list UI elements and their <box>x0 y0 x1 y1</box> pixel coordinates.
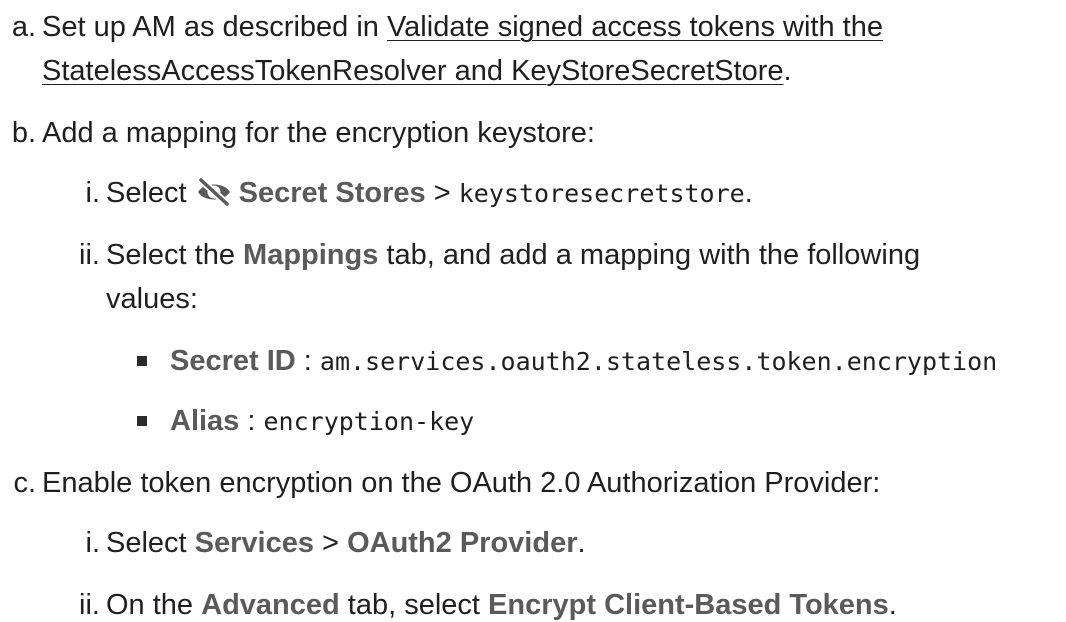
step-b-text: Add a mapping for the encryption keystor… <box>42 117 595 149</box>
step-a-marker: a. <box>11 11 36 43</box>
step-c-marker: c. <box>13 467 36 499</box>
bullet-marker <box>137 416 147 426</box>
step-c-i-line: Select Services > OAuth2 Provider. <box>106 526 586 560</box>
alias-item: Alias : encryption-key <box>170 404 474 439</box>
step-c-i-sep: > <box>314 527 348 559</box>
encrypt-client-based-tokens-option[interactable]: Encrypt Client-Based Tokens <box>488 589 889 621</box>
step-b-ii-line-2: values: <box>106 283 198 315</box>
step-c-i-marker: i. <box>85 527 101 559</box>
step-b-ii-line-1: Select the Mappings tab, and add a mappi… <box>106 238 920 272</box>
services-menu[interactable]: Services <box>195 527 314 559</box>
step-b-i-marker: i. <box>85 177 101 209</box>
step-c-text: Enable token encryption on the OAuth 2.0… <box>42 467 881 499</box>
step-b-i-text: Select <box>106 177 195 209</box>
step-a-line-2: StatelessAccessTokenResolver and KeyStor… <box>42 54 792 88</box>
step-a-line-1: Set up AM as described in Validate signe… <box>42 10 883 44</box>
bullet-marker <box>137 356 147 366</box>
step-b-i-end: . <box>744 177 753 209</box>
alias-value: encryption-key <box>263 407 475 436</box>
step-c-ii-marker: ii. <box>79 589 100 621</box>
step-c-ii-end: . <box>888 589 897 621</box>
step-b-ii-text-1: Select the <box>106 239 244 271</box>
step-c-ii-line: On the Advanced tab, select Encrypt Clie… <box>106 588 897 622</box>
validate-signed-tokens-link-cont[interactable]: StatelessAccessTokenResolver and KeyStor… <box>42 55 783 87</box>
step-a-text: Set up AM as described in <box>42 11 387 43</box>
step-a-end: . <box>783 55 792 87</box>
advanced-tab[interactable]: Advanced <box>201 589 340 621</box>
secret-id-value: am.services.oauth2.stateless.token.encry… <box>319 347 998 376</box>
step-b-i-line: Select Secret Stores > keystoresecretsto… <box>106 176 753 215</box>
step-c-i-text: Select <box>106 527 195 559</box>
alias-label: Alias <box>170 405 240 437</box>
secret-stores-menu[interactable]: Secret Stores <box>239 177 426 209</box>
secret-id-item: Secret ID : am.services.oauth2.stateless… <box>170 344 997 379</box>
validate-signed-tokens-link[interactable]: Validate signed access tokens with the <box>387 11 883 43</box>
oauth2-provider-menu[interactable]: OAuth2 Provider <box>347 527 577 559</box>
step-b-ii-marker: ii. <box>79 239 100 271</box>
mappings-tab[interactable]: Mappings <box>243 239 378 271</box>
step-c-i-end: . <box>577 527 586 559</box>
secret-id-sep: : <box>295 345 320 377</box>
eye-slash-icon <box>195 176 233 215</box>
step-c-ii-text-1: On the <box>106 589 202 621</box>
step-b-ii-text-2: tab, and add a mapping with the followin… <box>378 239 921 271</box>
keystoresecretstore-code: keystoresecretstore <box>458 179 745 208</box>
secret-id-label: Secret ID <box>170 345 296 377</box>
step-b-marker: b. <box>11 117 36 149</box>
step-b-i-sep: > <box>425 177 459 209</box>
alias-sep: : <box>239 405 264 437</box>
step-c-ii-text-2: tab, select <box>339 589 489 621</box>
